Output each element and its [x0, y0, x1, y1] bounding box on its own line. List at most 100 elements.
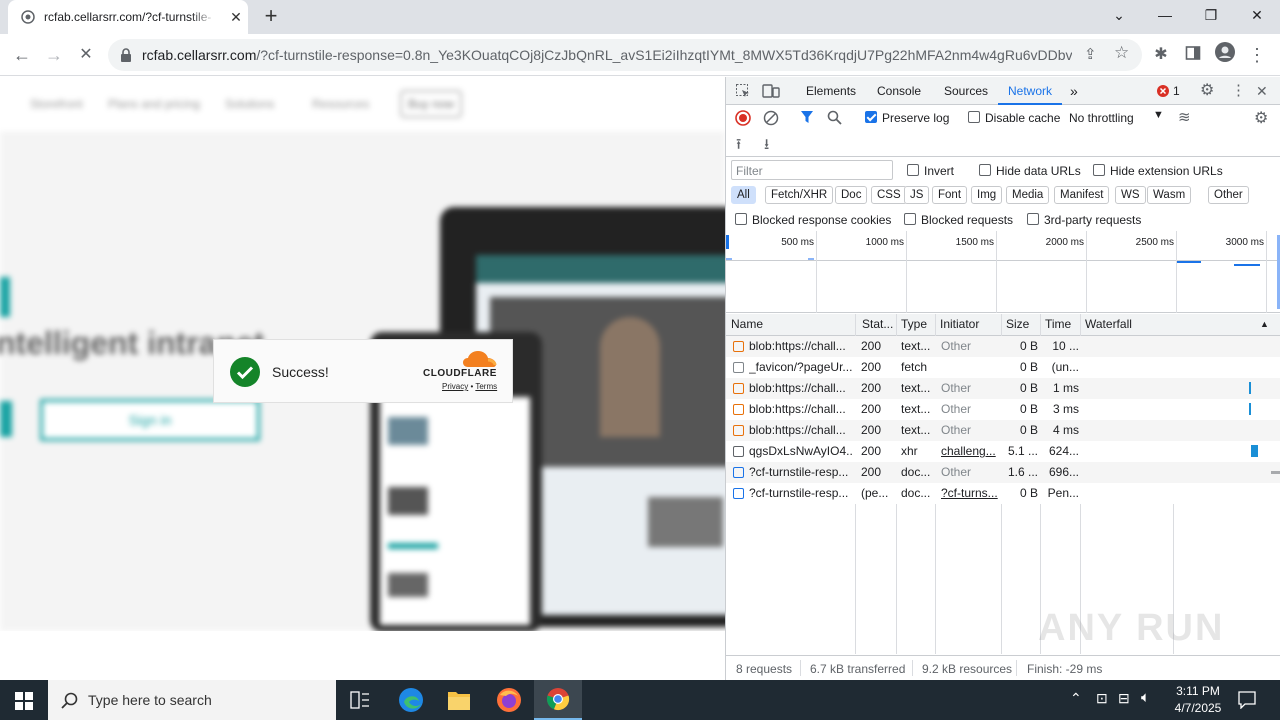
record-stop-icon[interactable]: [735, 110, 751, 126]
column-header-initiator[interactable]: Initiator: [940, 314, 1000, 335]
device-toolbar-icon[interactable]: [762, 83, 780, 99]
close-devtools-icon[interactable]: ✕: [1256, 77, 1268, 105]
terms-link[interactable]: Terms: [475, 382, 497, 391]
throttling-dropdown-icon[interactable]: ▼: [1153, 109, 1164, 121]
privacy-link[interactable]: Privacy: [442, 382, 468, 391]
type-filter-ws[interactable]: WS: [1115, 186, 1146, 204]
type-filter-css[interactable]: CSS: [871, 186, 907, 204]
hide-data-urls-checkbox[interactable]: [979, 164, 991, 176]
type-filter-img[interactable]: Img: [971, 186, 1003, 204]
task-view-icon[interactable]: [350, 691, 370, 709]
close-window-button[interactable]: ✕: [1234, 0, 1280, 30]
export-har-download-icon[interactable]: ⭳: [764, 134, 769, 159]
nav-item[interactable]: Storefront: [30, 97, 83, 111]
clear-icon[interactable]: [763, 110, 779, 126]
primary-cta[interactable]: [0, 401, 12, 437]
tab-network[interactable]: Network: [998, 77, 1063, 105]
table-row[interactable]: ?cf-turnstile-resp... 200 doc... Other 1.6 .…: [726, 462, 1280, 483]
windows-start-icon[interactable]: [15, 692, 33, 710]
disable-cache-checkbox[interactable]: [968, 111, 980, 123]
table-row[interactable]: blob:https://chall... 200 text... Other 0 B 1…: [726, 336, 1280, 357]
network-conditions-icon[interactable]: ≋: [1178, 108, 1191, 126]
preserve-log-checkbox[interactable]: [865, 111, 877, 123]
request-initiator[interactable]: ?cf-turns...: [941, 483, 999, 504]
address-bar[interactable]: rcfab.cellarsrr.com/?cf-turnstile-respon…: [108, 39, 1142, 71]
tab-search-chevron-icon[interactable]: ⌄: [1096, 0, 1142, 30]
close-tab-icon[interactable]: ✕: [228, 9, 244, 25]
menu-kebab-icon[interactable]: ⋮: [1244, 42, 1270, 68]
type-filter-wasm[interactable]: Wasm: [1147, 186, 1192, 204]
request-initiator[interactable]: challeng...: [941, 441, 999, 462]
third-party-requests-checkbox[interactable]: [1027, 213, 1039, 225]
error-count[interactable]: 1: [1173, 77, 1180, 105]
column-header-status[interactable]: Stat...: [862, 314, 896, 335]
share-icon[interactable]: ⇪: [1084, 45, 1097, 63]
bookmark-star-icon[interactable]: ☆: [1114, 43, 1129, 63]
type-filter-doc[interactable]: Doc: [835, 186, 868, 204]
column-header-type[interactable]: Type: [901, 314, 935, 335]
column-header-waterfall[interactable]: Waterfall: [1085, 314, 1165, 335]
more-tabs-chevron-icon[interactable]: »: [1070, 77, 1078, 105]
forward-arrow-icon[interactable]: →: [41, 42, 67, 68]
table-row[interactable]: blob:https://chall... 200 text... Other 0 B 4…: [726, 420, 1280, 441]
column-header-time[interactable]: Time: [1045, 314, 1081, 335]
back-arrow-icon[interactable]: ←: [9, 42, 35, 68]
throttling-select[interactable]: No throttling: [1069, 111, 1134, 125]
tab-console[interactable]: Console: [877, 77, 921, 105]
notifications-icon[interactable]: [1238, 691, 1256, 709]
hide-extension-urls-checkbox[interactable]: [1093, 164, 1105, 176]
inspect-element-icon[interactable]: [735, 83, 751, 99]
edge-icon[interactable]: [398, 687, 424, 713]
search-icon[interactable]: [827, 110, 842, 125]
invert-checkbox[interactable]: [907, 164, 919, 176]
table-row[interactable]: qgsDxLsNwAyIO4... 200 xhr challeng... 5.1 ..…: [726, 441, 1280, 462]
firefox-icon[interactable]: [496, 687, 522, 713]
type-filter-all[interactable]: All: [731, 186, 756, 204]
column-header-name[interactable]: Name: [731, 314, 851, 335]
file-explorer-icon[interactable]: [447, 689, 471, 711]
overview-timeline[interactable]: 500 ms 1000 ms 1500 ms 2000 ms 2500 ms 3…: [726, 231, 1280, 313]
import-har-upload-icon[interactable]: ⭱: [736, 134, 741, 159]
sort-ascending-icon[interactable]: ▲: [1260, 314, 1272, 335]
network-tray-icon[interactable]: ⊡: [1096, 690, 1108, 707]
table-row[interactable]: ?cf-turnstile-resp... (pe... doc... ?cf-tur…: [726, 483, 1280, 504]
type-filter-fetch-xhr[interactable]: Fetch/XHR: [765, 186, 834, 204]
network-settings-gear-icon[interactable]: ⚙: [1254, 108, 1268, 128]
side-panel-icon[interactable]: [1180, 42, 1206, 68]
overview-handle-left[interactable]: [726, 235, 729, 249]
table-row[interactable]: _favicon/?pageUr... 200 fetch 0 B (un...: [726, 357, 1280, 378]
stop-loading-icon[interactable]: ✕: [73, 42, 99, 68]
extensions-puzzle-icon[interactable]: ✱: [1148, 42, 1174, 68]
taskbar-search-box[interactable]: Type here to search: [48, 680, 336, 720]
ethernet-icon[interactable]: ⊟: [1118, 690, 1130, 707]
type-filter-media[interactable]: Media: [1006, 186, 1050, 204]
new-tab-button[interactable]: +: [258, 4, 284, 30]
blocked-response-cookies-checkbox[interactable]: [735, 213, 747, 225]
type-filter-manifest[interactable]: Manifest: [1054, 186, 1110, 204]
sign-in-button[interactable]: Sign in: [40, 399, 260, 441]
nav-item[interactable]: Plans and pricing: [108, 97, 200, 111]
chrome-taskbar-button[interactable]: [534, 680, 582, 720]
profile-avatar-icon[interactable]: [1212, 42, 1238, 68]
show-hidden-icons-chevron-icon[interactable]: ⌃: [1070, 690, 1082, 707]
browser-tab[interactable]: rcfab.cellarsrr.com/?cf-turnstile- ✕: [8, 0, 248, 34]
type-filter-other[interactable]: Other: [1208, 186, 1249, 204]
tab-elements[interactable]: Elements: [806, 77, 856, 105]
blocked-requests-checkbox[interactable]: [904, 213, 916, 225]
settings-gear-icon[interactable]: ⚙: [1200, 77, 1214, 105]
type-filter-font[interactable]: Font: [932, 186, 968, 204]
column-header-size[interactable]: Size: [1006, 314, 1036, 335]
taskbar-clock-time[interactable]: 3:11 PM: [1173, 684, 1223, 698]
filter-funnel-icon[interactable]: [800, 110, 814, 124]
filter-input[interactable]: Filter: [731, 160, 893, 180]
table-row[interactable]: blob:https://chall... 200 text... Other 0 B 3…: [726, 399, 1280, 420]
nav-item[interactable]: Solutions: [225, 97, 274, 111]
type-filter-js[interactable]: JS: [904, 186, 930, 204]
minimize-button[interactable]: —: [1142, 0, 1188, 30]
buy-now-button[interactable]: Buy now: [400, 90, 462, 118]
taskbar-clock-date[interactable]: 4/7/2025: [1170, 701, 1226, 715]
nav-item[interactable]: Resources: [312, 97, 369, 111]
table-row[interactable]: blob:https://chall... 200 text... Other 0 B 1…: [726, 378, 1280, 399]
tab-sources[interactable]: Sources: [944, 77, 988, 105]
devtools-menu-icon[interactable]: ⋮: [1231, 77, 1246, 105]
